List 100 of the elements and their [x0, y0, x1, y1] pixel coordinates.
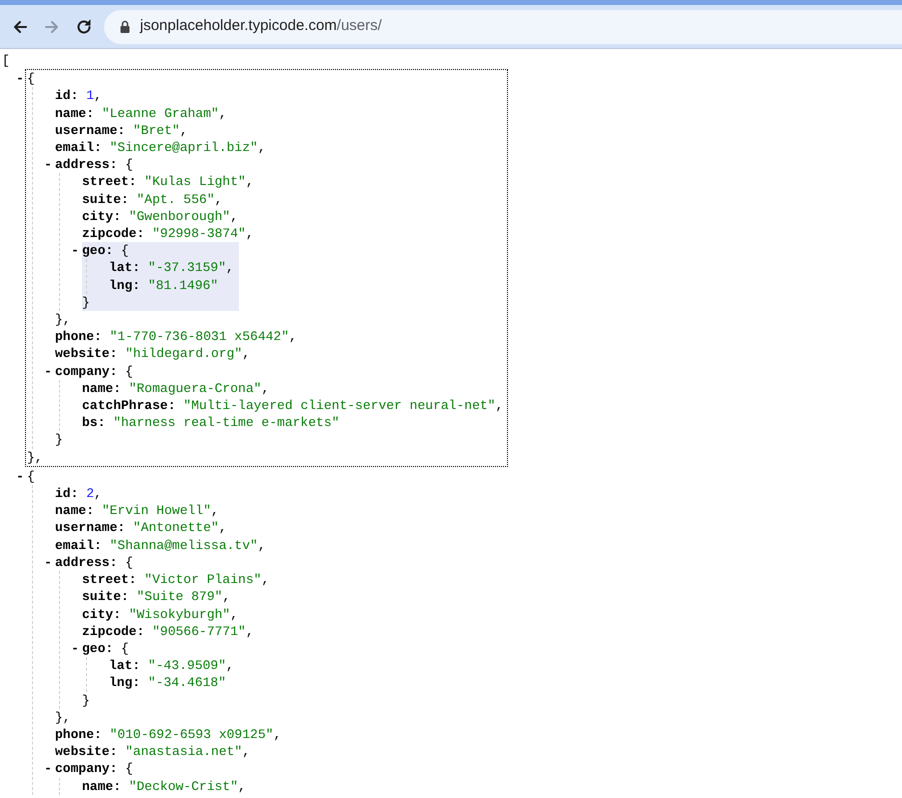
json-value: 2	[86, 485, 94, 502]
comma: ,	[261, 380, 270, 398]
comma: ,	[214, 190, 222, 208]
brace: }	[82, 692, 90, 709]
json-value: "Shanna@melissa.tv"	[110, 536, 258, 554]
brace: {	[125, 554, 134, 572]
comma: ,	[222, 588, 230, 606]
url-text: jsonplaceholder.typicode.com/users/	[140, 16, 382, 36]
json-key: email:	[55, 536, 102, 554]
comma: ,	[258, 139, 266, 156]
comma: ,	[242, 743, 250, 760]
collapse-toggle[interactable]: -	[41, 156, 55, 174]
collapse-toggle[interactable]: -	[41, 760, 55, 778]
json-value: "Antonette"	[133, 519, 219, 537]
brace: {	[121, 242, 129, 260]
json-value: "Ervin Howell"	[102, 502, 212, 520]
comma: ,	[495, 397, 504, 414]
comma: ,	[289, 328, 297, 346]
json-value: "Gwenborough"	[128, 208, 230, 226]
collapse-toggle[interactable]: -	[68, 242, 82, 260]
json-key: lng:	[109, 276, 140, 294]
json-value: "92998-3874"	[152, 225, 246, 242]
json-key: address:	[55, 156, 118, 174]
comma: ,	[226, 259, 234, 277]
json-key: name:	[82, 778, 122, 795]
brace: }	[55, 431, 63, 449]
json-key: website:	[55, 345, 118, 363]
collapse-toggle[interactable]: -	[41, 554, 55, 572]
bracket: [	[2, 52, 10, 70]
comma: ,	[258, 536, 266, 554]
json-value: "Suite 879"	[136, 588, 222, 606]
collapse-toggle[interactable]: -	[13, 70, 27, 88]
json-value: "-37.3159"	[148, 259, 226, 277]
json-value: "Kulas Light"	[144, 173, 246, 191]
json-key: phone:	[55, 328, 102, 346]
json-key: phone:	[55, 726, 102, 744]
brace: {	[27, 70, 35, 88]
json-value: "-34.4618"	[148, 674, 226, 692]
json-value: "Bret"	[133, 122, 180, 140]
comma: ,	[218, 519, 227, 537]
collapse-toggle[interactable]: -	[41, 362, 55, 380]
json-value: "Deckow-Crist"	[128, 778, 238, 795]
json-key: address:	[55, 554, 118, 572]
json-value: "Romaguera-Crona"	[128, 380, 262, 398]
address-bar[interactable]: jsonplaceholder.typicode.com/users/	[104, 10, 902, 44]
comma: ,	[261, 571, 270, 588]
brace: },	[55, 708, 71, 726]
json-key: id:	[55, 485, 78, 502]
brace: {	[125, 760, 134, 778]
reload-icon	[75, 18, 93, 36]
json-value: "Apt. 556"	[136, 190, 215, 208]
comma: ,	[273, 726, 282, 744]
json-value: "1-770-736-8031 x56442"	[110, 328, 290, 346]
json-value: "Wisokyburgh"	[128, 606, 230, 623]
comma: ,	[238, 778, 246, 795]
json-key: geo:	[82, 640, 114, 658]
json-value: "hildegard.org"	[125, 345, 242, 363]
brace: }	[82, 294, 90, 312]
comma: ,	[246, 225, 254, 242]
json-key: username:	[55, 519, 126, 537]
comma: ,	[230, 208, 238, 226]
comma: ,	[246, 173, 254, 191]
comma: ,	[226, 657, 234, 674]
json-key: bs:	[82, 414, 106, 432]
json-value: "Multi-layered client-server neural-net"	[183, 397, 496, 414]
json-key: geo:	[82, 242, 114, 260]
json-key: name:	[55, 502, 94, 520]
comma: ,	[246, 622, 254, 640]
json-value: "Leanne Graham"	[102, 104, 219, 122]
json-key: zipcode:	[82, 225, 144, 242]
json-key: street:	[82, 571, 137, 588]
json-key: company:	[55, 760, 118, 778]
comma: ,	[218, 104, 227, 122]
brace: },	[27, 448, 43, 466]
json-value: "harness real-time e-markets"	[113, 414, 340, 432]
comma: ,	[94, 87, 102, 105]
brace: },	[55, 311, 71, 328]
brace: {	[27, 468, 35, 486]
collapse-toggle[interactable]: -	[68, 640, 82, 658]
json-key: lng:	[109, 674, 140, 692]
brace: {	[125, 362, 134, 380]
lock-icon	[120, 20, 130, 33]
json-value: "010-692-6593 x09125"	[110, 726, 274, 744]
json-key: website:	[55, 743, 118, 760]
json-value: "90566-7771"	[152, 622, 246, 640]
json-key: username:	[55, 122, 126, 140]
json-value: "-43.9509"	[148, 657, 226, 674]
json-key: name:	[55, 104, 94, 122]
json-key: city:	[82, 208, 122, 226]
comma: ,	[94, 485, 102, 502]
comma: ,	[180, 122, 188, 140]
json-key: suite:	[82, 190, 129, 208]
collapse-toggle[interactable]: -	[13, 468, 27, 486]
json-key: street:	[82, 173, 137, 191]
json-key: company:	[55, 362, 118, 380]
json-key: city:	[82, 606, 122, 623]
comma: ,	[230, 606, 238, 623]
json-key: suite:	[82, 588, 129, 606]
json-key: lat:	[109, 657, 140, 674]
brace: {	[121, 640, 129, 658]
